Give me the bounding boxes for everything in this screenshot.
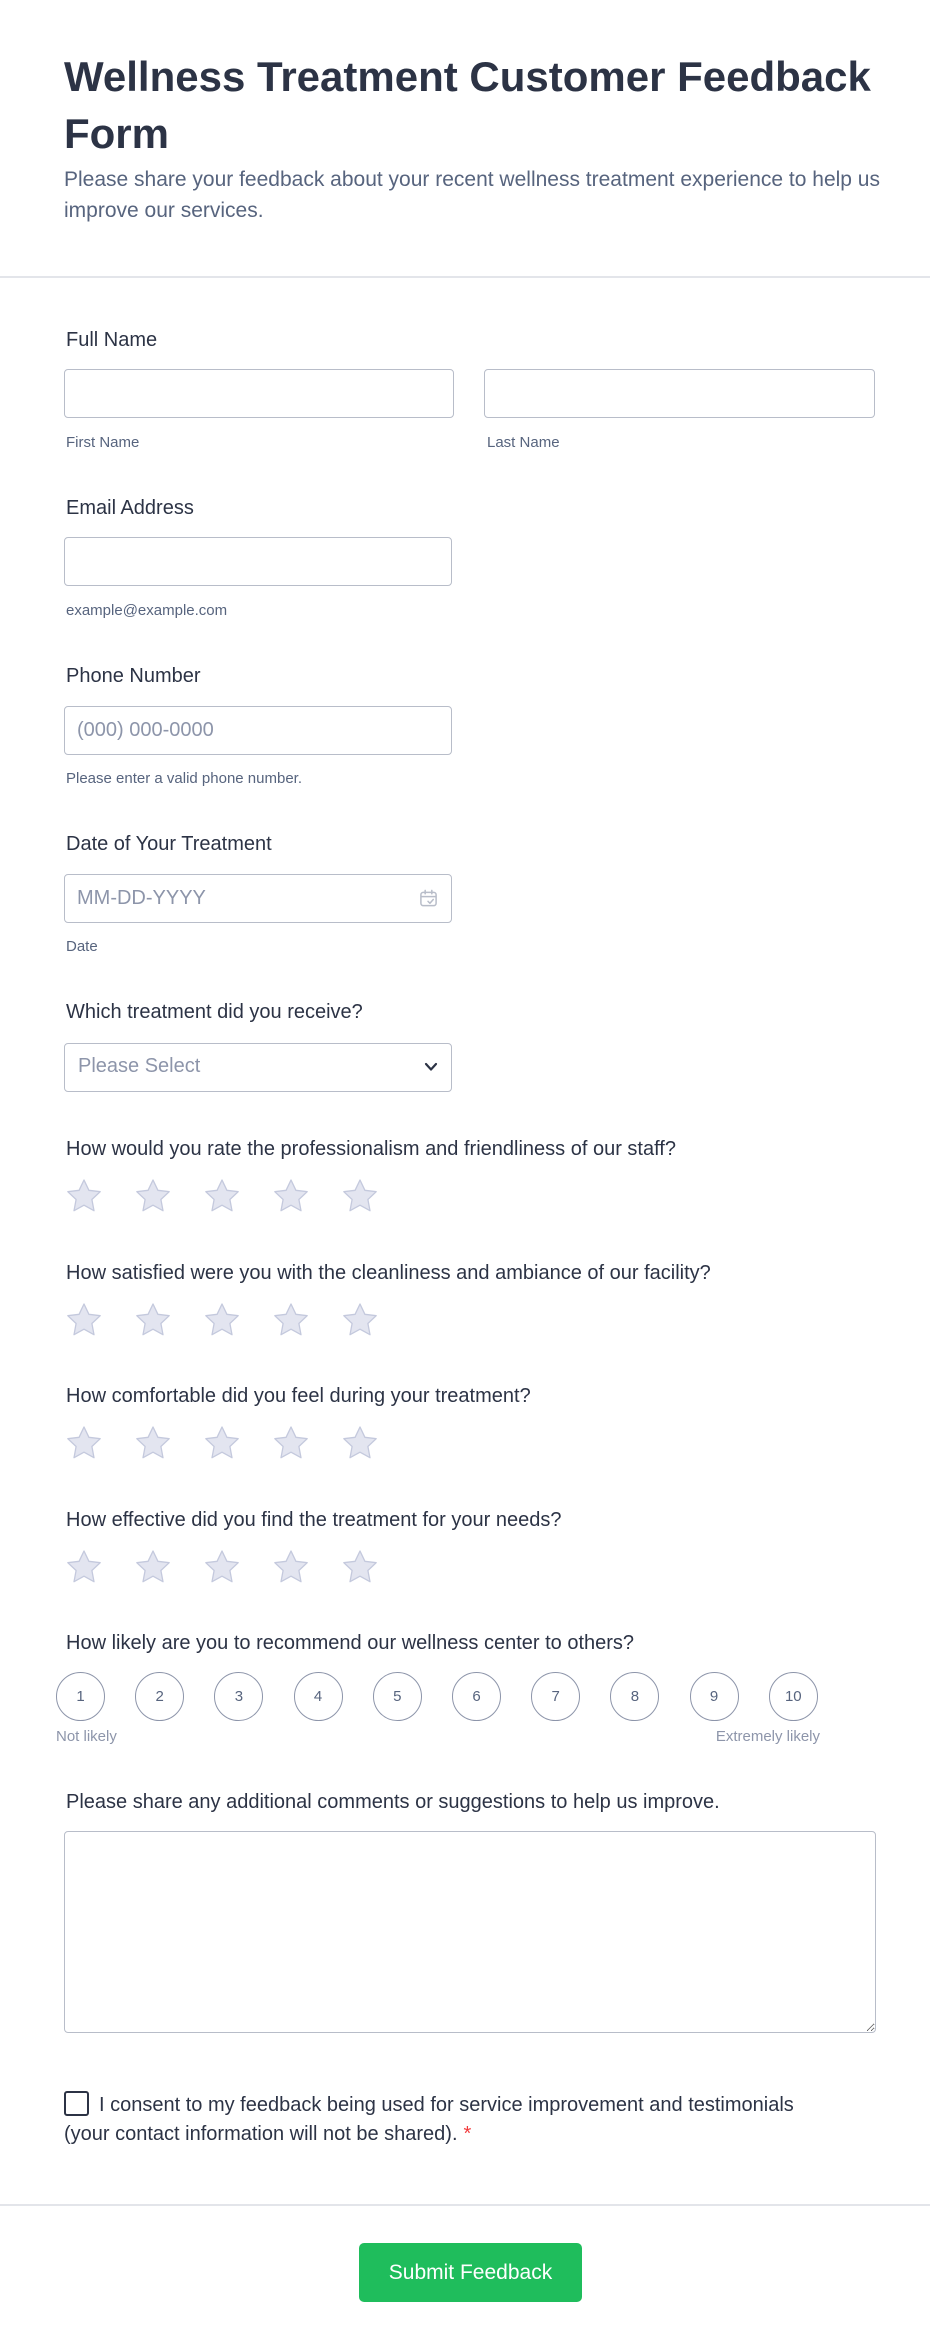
scale-option-1[interactable]: 1 xyxy=(56,1672,105,1721)
scale-option-8[interactable]: 8 xyxy=(610,1672,660,1721)
form-title: Wellness Treatment Customer Feedback For… xyxy=(64,53,871,157)
star-icon[interactable] xyxy=(202,1301,242,1341)
comments-label: Please share any additional comments or … xyxy=(66,1791,720,1813)
last-name-sublabel: Last Name xyxy=(487,434,560,451)
scale-high-label: Extremely likely xyxy=(715,1728,820,1745)
scale-option-9[interactable]: 9 xyxy=(689,1672,739,1721)
treatment-type-label: Which treatment did you receive? xyxy=(66,1001,363,1023)
comments-textarea[interactable] xyxy=(64,1831,876,2033)
required-mark: * xyxy=(463,2123,472,2145)
first-name-sublabel: First Name xyxy=(66,434,140,451)
treatment-date-input[interactable] xyxy=(64,874,452,923)
star-icon[interactable] xyxy=(64,1177,104,1217)
star-icon[interactable] xyxy=(340,1424,380,1464)
date-field xyxy=(64,874,452,923)
footer-divider xyxy=(0,2204,930,2206)
scale-low-label: Not likely xyxy=(56,1728,117,1745)
scale-option-4[interactable]: 4 xyxy=(293,1672,343,1721)
recommend-label: How likely are you to recommend our well… xyxy=(66,1632,635,1654)
star-icon[interactable] xyxy=(271,1177,311,1217)
star-icon[interactable] xyxy=(64,1424,104,1464)
star-icon[interactable] xyxy=(64,1548,104,1588)
star-icon[interactable] xyxy=(271,1424,311,1464)
phone-sublabel: Please enter a valid phone number. xyxy=(66,770,302,787)
email-input[interactable] xyxy=(64,537,452,586)
star-icon[interactable] xyxy=(340,1177,380,1217)
star-icon[interactable] xyxy=(202,1177,242,1217)
staff-rating-label: How would you rate the professionalism a… xyxy=(66,1138,676,1160)
form-subtitle: Please share your feedback about your re… xyxy=(64,168,880,222)
star-icon[interactable] xyxy=(271,1548,311,1588)
last-name-input[interactable] xyxy=(484,369,875,418)
recommend-scale: 1 2 3 4 5 6 7 8 9 10 Not likely Extremely likely xyxy=(56,1672,820,1752)
scale-option-2[interactable]: 2 xyxy=(135,1672,185,1721)
full-name-label: Full Name xyxy=(66,329,158,351)
star-icon[interactable] xyxy=(133,1424,173,1464)
scale-option-6[interactable]: 6 xyxy=(452,1672,501,1721)
comfort-rating-label: How comfortable did you feel during your… xyxy=(66,1385,531,1407)
phone-label: Phone Number xyxy=(66,665,201,687)
facility-rating-label: How satisfied were you with the cleanlin… xyxy=(66,1262,711,1284)
star-icon[interactable] xyxy=(271,1301,311,1341)
scale-option-5[interactable]: 5 xyxy=(372,1672,422,1721)
email-sublabel: example@example.com xyxy=(66,602,228,619)
phone-input[interactable] xyxy=(64,706,452,755)
calendar-icon[interactable] xyxy=(419,889,438,908)
star-icon[interactable] xyxy=(64,1301,104,1341)
star-icon[interactable] xyxy=(133,1301,173,1341)
star-icon[interactable] xyxy=(133,1177,173,1217)
star-icon[interactable] xyxy=(202,1548,242,1588)
form-header: Wellness Treatment Customer Feedback For… xyxy=(0,0,930,278)
treatment-type-selected: Please Select xyxy=(78,1055,201,1077)
star-icon[interactable] xyxy=(340,1548,380,1588)
treatment-date-sublabel: Date xyxy=(66,938,98,955)
treatment-date-label: Date of Your Treatment xyxy=(66,833,272,855)
first-name-input[interactable] xyxy=(64,369,454,418)
scale-option-7[interactable]: 7 xyxy=(531,1672,581,1721)
star-icon[interactable] xyxy=(340,1301,380,1341)
star-icon[interactable] xyxy=(202,1424,242,1464)
scale-option-10[interactable]: 10 xyxy=(768,1672,818,1721)
scale-option-3[interactable]: 3 xyxy=(214,1672,264,1721)
treatment-type-select[interactable]: Please Select xyxy=(64,1043,452,1092)
star-icon[interactable] xyxy=(133,1548,173,1588)
consent-text: I consent to my feedback being used for … xyxy=(64,2094,794,2145)
consent-checkbox[interactable] xyxy=(64,2091,89,2116)
chevron-down-icon xyxy=(424,1062,438,1071)
email-label: Email Address xyxy=(66,497,194,519)
submit-button[interactable]: Submit Feedback xyxy=(359,2243,582,2302)
consent-field: I consent to my feedback being used for … xyxy=(64,2091,824,2149)
effectiveness-rating-label: How effective did you find the treatment… xyxy=(66,1509,562,1531)
